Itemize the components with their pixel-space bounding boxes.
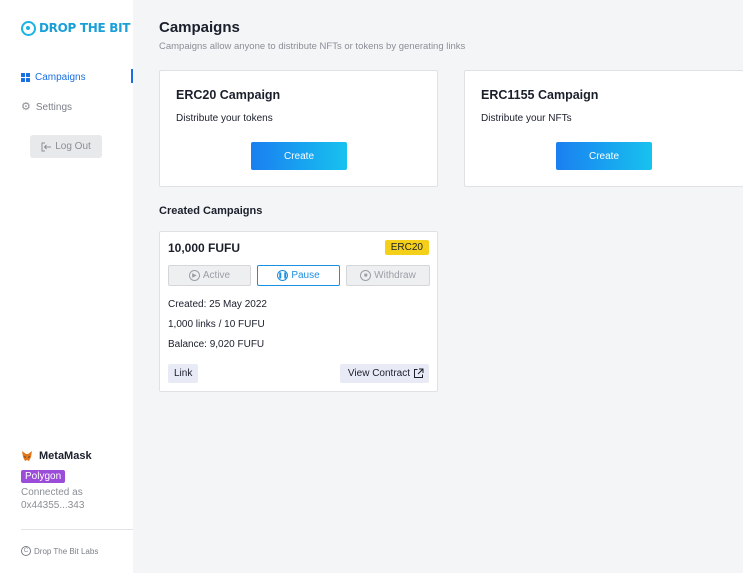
create-erc20-button[interactable]: Create [251, 142, 347, 170]
card-title: ERC20 Campaign [176, 88, 281, 102]
view-contract-button[interactable]: View Contract [339, 364, 429, 383]
connected-label: Connected as [21, 487, 83, 498]
footer-label: Drop The Bit Labs [34, 546, 99, 556]
logo-icon [21, 20, 36, 36]
logout-button[interactable]: Log Out [30, 135, 102, 158]
stop-icon: ■ [360, 270, 372, 281]
page-title: Campaigns [159, 19, 240, 36]
external-link-icon [414, 368, 424, 378]
campaign-card: 10,000 FUFU ERC20 ▶ Active ❚❚ Pause ■ Wi… [159, 231, 438, 392]
connected-address: Connected as 0x44355...343 [21, 486, 84, 512]
gear-icon: ⚙ [21, 100, 31, 113]
card-description: Distribute your NFTs [481, 113, 572, 124]
token-type-badge: ERC20 [384, 240, 429, 255]
active-label: Active [202, 270, 231, 281]
wallet-address: 0x44355...343 [21, 500, 85, 511]
play-icon: ▶ [188, 270, 200, 281]
campaign-balance: Balance: 9,020 FUFU [168, 339, 265, 350]
sidebar: DROP THE BIT Campaigns ⚙ Settings Log Ou… [0, 0, 133, 573]
page-subtitle: Campaigns allow anyone to distribute NFT… [159, 41, 466, 52]
active-indicator [131, 69, 133, 83]
link-button[interactable]: Link [168, 364, 199, 383]
sidebar-divider [21, 529, 133, 530]
logout-label: Log Out [55, 141, 91, 152]
pause-button[interactable]: ❚❚ Pause [257, 265, 340, 286]
view-contract-label: View Contract [347, 368, 410, 379]
create-erc1155-button[interactable]: Create [556, 142, 652, 170]
sidebar-item-campaigns[interactable]: Campaigns [21, 69, 133, 85]
metamask-fox-icon [22, 451, 32, 461]
links-summary: 1,000 links / 10 FUFU [168, 319, 265, 330]
logo-text: DROP THE BIT [39, 21, 131, 35]
pause-icon: ❚❚ [277, 270, 289, 281]
footer-copyright: C Drop The Bit Labs [21, 546, 98, 556]
wallet-name-label: MetaMask [39, 450, 92, 462]
network-badge: Polygon [21, 470, 66, 483]
campaign-amount: 10,000 FUFU [168, 241, 241, 255]
wallet-name: MetaMask [21, 450, 92, 462]
sidebar-item-label: Campaigns [35, 71, 86, 83]
active-button[interactable]: ▶ Active [168, 265, 251, 286]
pause-label: Pause [291, 270, 320, 281]
sidebar-item-settings[interactable]: ⚙ Settings [21, 99, 133, 115]
logout-icon [41, 142, 52, 151]
withdraw-button[interactable]: ■ Withdraw [346, 265, 430, 286]
grid-icon [21, 72, 30, 82]
erc1155-campaign-card: ERC1155 Campaign Distribute your NFTs Cr… [464, 70, 743, 187]
sidebar-item-label: Settings [35, 101, 73, 113]
created-campaigns-title: Created Campaigns [159, 205, 263, 217]
erc20-campaign-card: ERC20 Campaign Distribute your tokens Cr… [159, 70, 438, 187]
card-description: Distribute your tokens [176, 113, 273, 124]
app-logo[interactable]: DROP THE BIT [21, 19, 130, 37]
card-title: ERC1155 Campaign [481, 88, 599, 102]
withdraw-label: Withdraw [374, 270, 416, 281]
copyright-icon: C [21, 546, 31, 556]
created-date: Created: 25 May 2022 [168, 299, 267, 310]
